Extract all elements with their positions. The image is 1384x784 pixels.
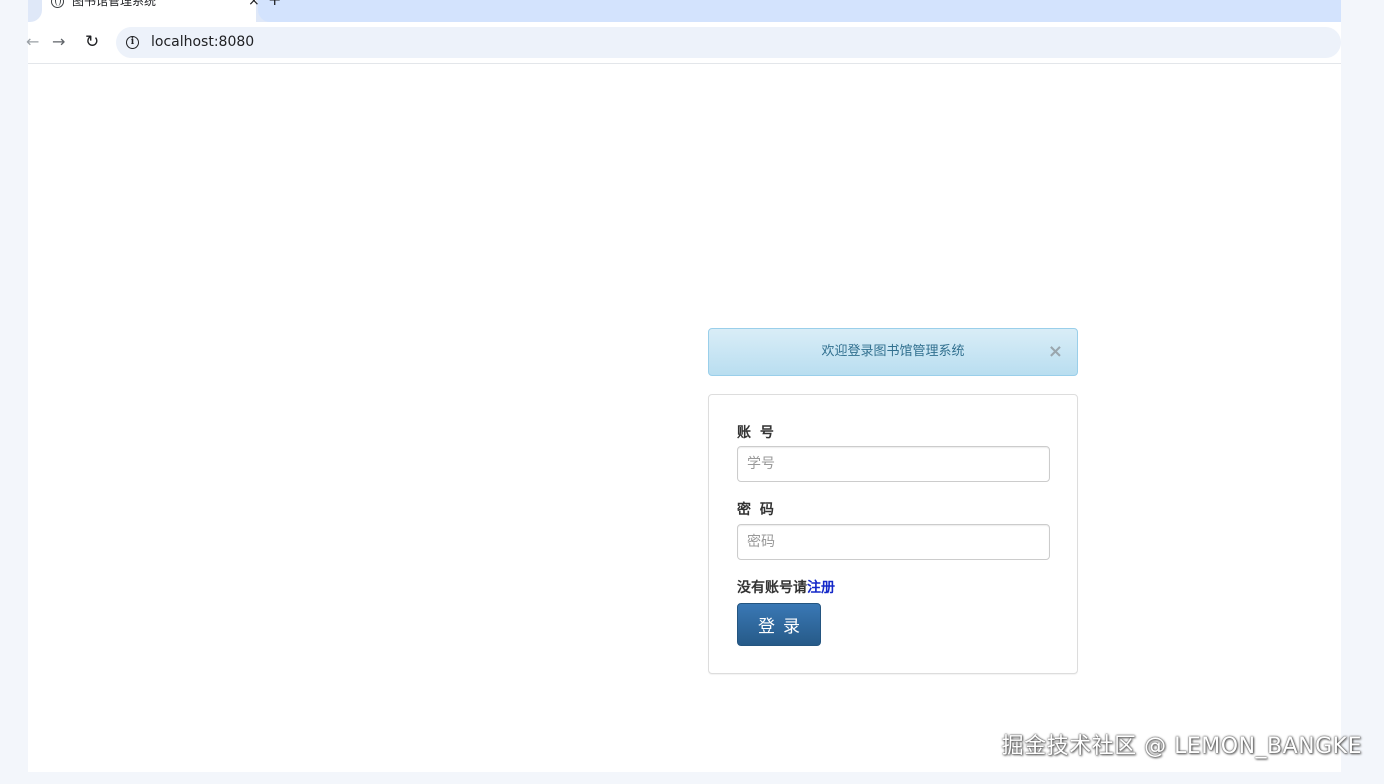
back-button[interactable]: ← [26, 32, 39, 52]
welcome-alert: 欢迎登录图书馆管理系统 × [708, 328, 1078, 376]
tab-active[interactable]: 图书馆管理系统 × [42, 0, 260, 22]
tab-strip-empty-area [258, 0, 1341, 22]
browser-toolbar: ← → ↻ i localhost:8080 [26, 22, 1341, 64]
password-input[interactable] [737, 524, 1050, 560]
register-link[interactable]: 注册 [807, 580, 835, 596]
login-button[interactable]: 登录 [737, 603, 821, 646]
register-prompt-line: 没有账号请注册 [737, 579, 835, 597]
password-label: 密 码 [737, 502, 776, 518]
globe-icon [51, 0, 64, 8]
browser-window: 图书馆管理系统 × + ← → ↻ i localhost:8080 欢迎登录图… [26, 0, 1341, 772]
address-bar[interactable]: i localhost:8080 [116, 27, 1341, 58]
register-prompt-text: 没有账号请 [737, 580, 807, 596]
url-text[interactable]: localhost:8080 [151, 34, 254, 51]
new-tab-button[interactable]: + [268, 0, 281, 8]
login-panel: 账 号 密 码 没有账号请注册 登录 [708, 394, 1078, 674]
account-input[interactable] [737, 446, 1050, 482]
reload-button[interactable]: ↻ [85, 32, 99, 52]
forward-button[interactable]: → [52, 32, 65, 52]
tab-title: 图书馆管理系统 [72, 0, 157, 8]
alert-close-button[interactable]: × [1048, 342, 1063, 362]
alert-message: 欢迎登录图书馆管理系统 [821, 344, 965, 359]
info-icon[interactable]: i [126, 36, 139, 49]
tab-strip: 图书馆管理系统 × + [28, 0, 1341, 22]
watermark: 掘金技术社区 @ LEMON_BANGKE [1001, 734, 1362, 759]
tab-strip-edge [28, 0, 42, 22]
account-label: 账 号 [737, 425, 776, 441]
